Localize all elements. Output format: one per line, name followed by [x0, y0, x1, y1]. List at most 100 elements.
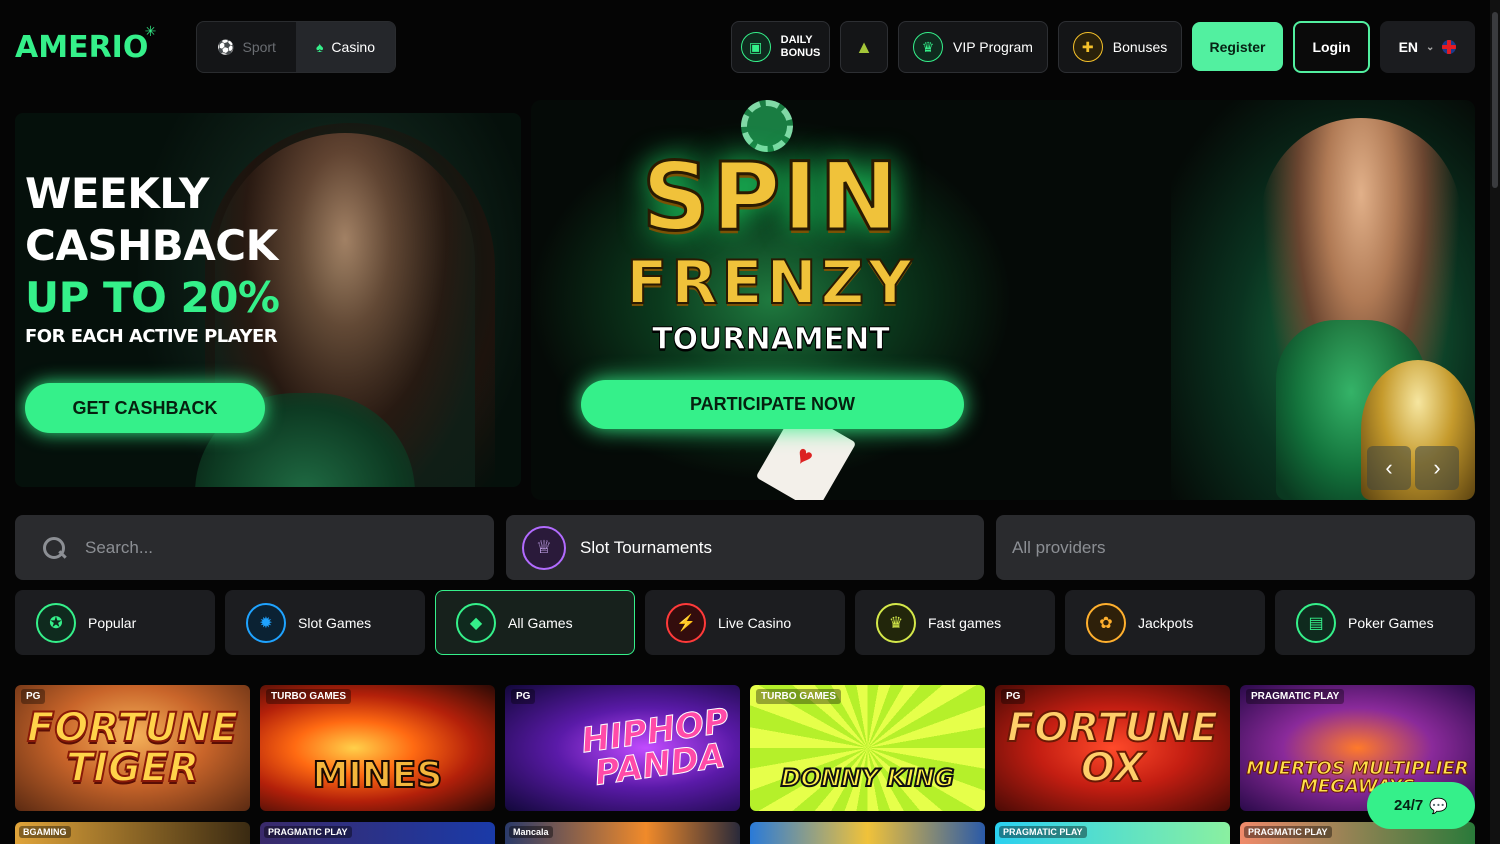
android-app-button[interactable]: ▲ — [840, 21, 888, 73]
providers-label: All providers — [1012, 537, 1106, 557]
top-header: AMERIO ✳ ⚽ Sport ♠ Casino ▣ DAILY BONUS ▲ … — [0, 0, 1500, 92]
provider-badge: BGAMING — [19, 826, 71, 838]
chevron-right-icon: › — [1433, 455, 1441, 480]
poker-games-icon: ▤ — [1296, 602, 1336, 643]
login-button[interactable]: Login — [1293, 21, 1370, 73]
game-tile[interactable]: Mancala — [505, 822, 740, 844]
popular-icon: ✪ — [36, 602, 76, 643]
game-tile[interactable] — [750, 822, 985, 844]
soccer-ball-icon: ⚽ — [217, 38, 235, 55]
participate-now-button[interactable]: PARTICIPATE NOW — [581, 380, 964, 429]
mode-sport-button[interactable]: ⚽ Sport — [197, 22, 296, 72]
provider-badge: Mancala — [509, 826, 553, 838]
game-title: FORTUNE TIGER — [26, 705, 239, 791]
game-tile[interactable]: BGAMING — [15, 822, 250, 844]
casino-home-page: AMERIO ✳ ⚽ Sport ♠ Casino ▣ DAILY BONUS ▲ … — [0, 0, 1500, 844]
category-label: Poker Games — [1348, 614, 1434, 631]
provider-badge: TURBO GAMES — [756, 689, 841, 704]
mode-sport-label: Sport — [242, 39, 276, 55]
game-tile-mines[interactable]: TURBO GAMES MINES — [260, 685, 495, 811]
category-all-games[interactable]: ◆ All Games — [435, 590, 635, 655]
daily-bonus-line2: BONUS — [780, 47, 821, 59]
live-casino-icon: ⚡ — [666, 602, 706, 643]
provider-badge: PRAGMATIC PLAY — [264, 826, 352, 838]
search-placeholder: Search... — [85, 537, 154, 557]
register-button[interactable]: Register — [1192, 22, 1283, 71]
uk-flag-icon — [1442, 40, 1457, 54]
all-games-icon: ◆ — [456, 602, 496, 643]
tournament-title: TOURNAMENT — [652, 322, 891, 358]
vip-icon: ♛ — [913, 32, 944, 62]
provider-badge: TURBO GAMES — [266, 689, 351, 704]
game-tile-donny-king[interactable]: TURBO GAMES DONNY KING — [750, 685, 985, 811]
carousel-next-button[interactable]: › — [1415, 446, 1459, 490]
game-tile[interactable]: PRAGMATIC PLAY — [995, 822, 1230, 844]
slot-tournaments-button[interactable]: ♕ Slot Tournaments — [506, 515, 984, 580]
language-label: EN — [1398, 39, 1419, 55]
frenzy-title: FRENZY — [625, 248, 916, 318]
slot-games-icon: ✹ — [246, 602, 286, 643]
bonuses-label: Bonuses — [1112, 39, 1168, 55]
fast-games-icon: ♛ — [876, 602, 916, 643]
language-select[interactable]: EN ⌄ — [1380, 21, 1475, 73]
game-title: DONNY KING — [780, 764, 956, 792]
cashback-percent: UP TO 20% — [25, 273, 280, 322]
category-label: Live Casino — [718, 614, 792, 631]
logo-spark-icon: ✳ — [144, 24, 157, 40]
category-popular[interactable]: ✪ Popular — [15, 590, 215, 655]
search-input[interactable]: Search... — [15, 515, 494, 580]
android-icon: ▲ — [855, 36, 873, 57]
cashback-banner[interactable]: WEEKLY CASHBACK UP TO 20% FOR EACH ACTIV… — [15, 113, 521, 487]
bonuses-button[interactable]: ✚ Bonuses — [1058, 21, 1182, 73]
scrollbar-thumb[interactable] — [1492, 12, 1498, 188]
category-slot-games[interactable]: ✹ Slot Games — [225, 590, 425, 655]
game-tile[interactable]: PRAGMATIC PLAY — [260, 822, 495, 844]
jackpots-icon: ✿ — [1086, 602, 1126, 643]
mode-casino-button[interactable]: ♠ Casino — [296, 22, 395, 72]
carousel-prev-button[interactable]: ‹ — [1367, 446, 1411, 490]
gift-icon: ✚ — [1072, 32, 1103, 62]
daily-bonus-line1: DAILY — [780, 34, 813, 46]
provider-badge: PRAGMATIC PLAY — [999, 826, 1087, 838]
category-label: Fast games — [928, 614, 1002, 631]
provider-badge: PRAGMATIC PLAY — [1246, 689, 1345, 704]
game-tile-hiphop-panda[interactable]: PG HIPHOP PANDA — [505, 685, 740, 811]
chevron-left-icon: ‹ — [1385, 455, 1393, 480]
cashback-subtitle: FOR EACH ACTIVE PLAYER — [25, 326, 278, 347]
provider-badge: PRAGMATIC PLAY — [1244, 826, 1332, 838]
category-fast-games[interactable]: ♛ Fast games — [855, 590, 1055, 655]
providers-select[interactable]: All providers — [996, 515, 1475, 580]
provider-badge: PG — [21, 689, 46, 704]
vip-program-label: VIP Program — [953, 39, 1033, 55]
game-tile-fortune-ox[interactable]: PG FORTUNE OX — [995, 685, 1230, 811]
category-poker-games[interactable]: ▤ Poker Games — [1275, 590, 1475, 655]
cashback-title-line1: WEEKLY — [25, 169, 209, 218]
game-title: FORTUNE OX — [1006, 705, 1219, 791]
mode-casino-label: Casino — [331, 39, 376, 55]
spade-icon: ♠ — [315, 39, 324, 55]
vip-program-button[interactable]: ♛ VIP Program — [898, 21, 1048, 73]
spin-frenzy-banner[interactable]: SPIN FRENZY TOURNAMENT PARTICIPATE NOW ‹… — [531, 100, 1475, 500]
chevron-down-icon: ⌄ — [1426, 41, 1435, 53]
get-cashback-button[interactable]: GET CASHBACK — [25, 383, 265, 433]
category-label: Jackpots — [1138, 614, 1194, 631]
category-live-casino[interactable]: ⚡ Live Casino — [645, 590, 845, 655]
category-jackpots[interactable]: ✿ Jackpots — [1065, 590, 1265, 655]
search-icon — [41, 535, 67, 561]
cashback-title-line2: CASHBACK — [25, 221, 278, 270]
daily-bonus-button[interactable]: ▣ DAILY BONUS — [731, 21, 830, 73]
category-label: All Games — [508, 614, 573, 631]
category-label: Popular — [88, 614, 137, 631]
provider-badge: PG — [511, 689, 536, 704]
category-label: Slot Games — [298, 614, 372, 631]
trophy-icon: ♕ — [522, 525, 566, 570]
support-label: 24/7 — [1394, 797, 1424, 814]
game-tile-fortune-tiger[interactable]: PG FORTUNE TIGER — [15, 685, 250, 811]
spin-title: SPIN — [640, 143, 901, 252]
provider-badge: PG — [1001, 689, 1026, 704]
chat-bubble-icon: 💬 — [1429, 797, 1448, 815]
mode-switch: ⚽ Sport ♠ Casino — [196, 21, 396, 73]
slot-tournaments-label: Slot Tournaments — [580, 537, 712, 557]
logo[interactable]: AMERIO ✳ — [15, 24, 156, 65]
support-chat-button[interactable]: 24/7 💬 — [1367, 782, 1475, 829]
